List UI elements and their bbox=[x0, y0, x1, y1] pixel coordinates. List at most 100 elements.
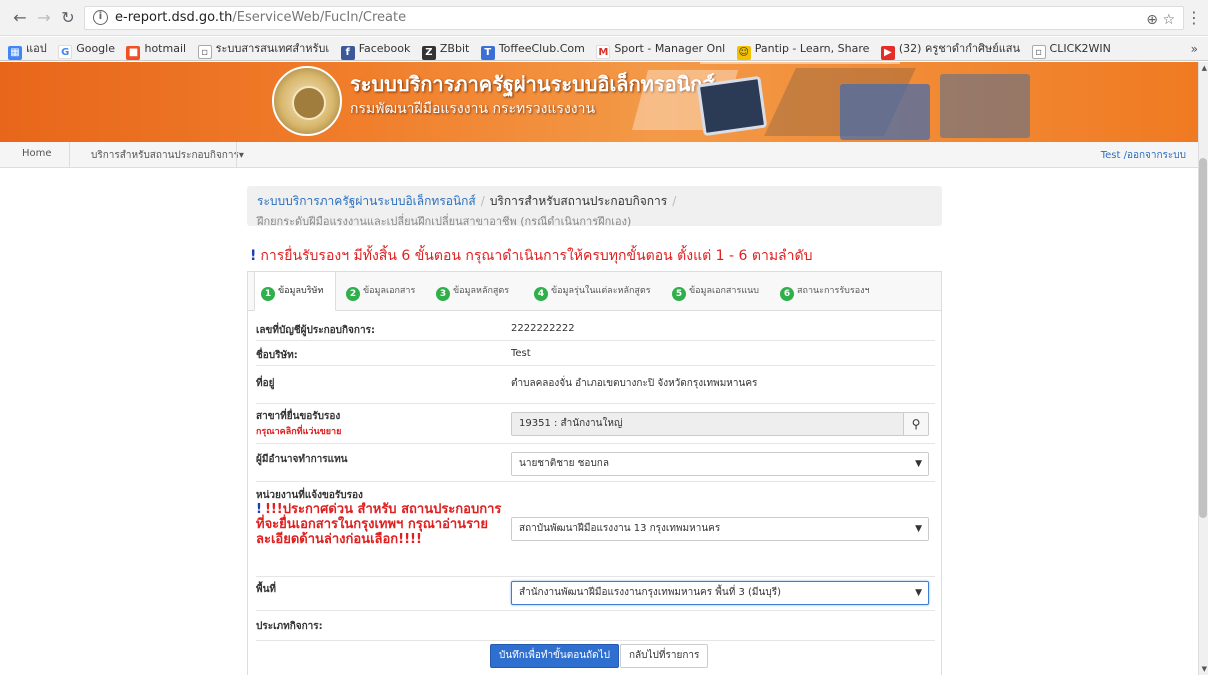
tablet-illustration bbox=[696, 75, 768, 137]
account-number-value: 2222222222 bbox=[511, 323, 575, 334]
tab-courses[interactable]: 3 ข้อมูลหลักสูตร bbox=[430, 272, 526, 311]
step-tabs: 1 ข้อมูลบริษัท 2 ข้อมูลเอกสาร 3 ข้อมูลหลักส… bbox=[247, 271, 942, 311]
facebook-icon: f bbox=[340, 46, 355, 60]
form-row-address: ที่อยู่ ตำบลคลองจั่น อำเภอเขตบางกะปิ จัง… bbox=[256, 366, 935, 404]
bookmarks-overflow[interactable]: » bbox=[1191, 37, 1198, 60]
step-number-badge: 3 bbox=[436, 287, 450, 301]
save-next-button[interactable]: บันทึกเพื่อทำขั้นตอนถัดไป bbox=[490, 644, 619, 668]
divider bbox=[69, 142, 70, 168]
branch-value: 19351 : สำนักงานใหญ่ bbox=[519, 418, 623, 429]
tab-label: ข้อมูลบริษัท bbox=[278, 286, 324, 296]
tab-company-info[interactable]: 1 ข้อมูลบริษัท bbox=[254, 271, 336, 311]
bookmark-label: hotmail bbox=[144, 42, 187, 55]
bookmark-label: Pantip - Learn, Share bbox=[754, 42, 870, 55]
bookmark-label: CLICK2WIN bbox=[1049, 42, 1111, 55]
bookmark-gmail[interactable]: M Sport - Manager Onl bbox=[596, 37, 725, 60]
agency-select[interactable]: สถาบันพัฒนาฝีมือแรงงาน 13 กรุงเทพมหานคร … bbox=[511, 517, 929, 541]
bookmark-label: Google bbox=[76, 42, 115, 55]
pantip-icon: ☺ bbox=[736, 46, 751, 60]
tab-attachments[interactable]: 5 ข้อมูลเอกสารแนบ bbox=[666, 272, 774, 311]
bookmark-label: ToffeeClub.Com bbox=[498, 42, 585, 55]
banner-photo bbox=[940, 74, 1030, 138]
reload-icon[interactable]: ↻ bbox=[58, 8, 78, 28]
step-number-badge: 4 bbox=[534, 287, 548, 301]
menu-services-dropdown[interactable]: บริการสำหรับสถานประกอบกิจการ▾ bbox=[91, 148, 244, 163]
bookmark-facebook[interactable]: f Facebook bbox=[340, 37, 411, 60]
bookmark-pantip[interactable]: ☺ Pantip - Learn, Share bbox=[736, 37, 870, 60]
address-value: ตำบลคลองจั่น อำเภอเขตบางกะปิ จังหวัดกรุง… bbox=[511, 378, 758, 389]
url-path: /EserviceWeb/FucIn/Create bbox=[232, 10, 407, 25]
youtube-icon: ▶ bbox=[880, 46, 895, 60]
bookmark-hotmail[interactable]: ■ hotmail bbox=[126, 37, 187, 60]
breadcrumb-current: ฝึกยกระดับฝีมือแรงงานและเปลี่ยนฝึกเปลี่ย… bbox=[257, 215, 632, 228]
branch-hint: กรุณาคลิกที่แว่นขยาย bbox=[256, 427, 342, 437]
bookmark-apps[interactable]: ▦ แอป bbox=[8, 37, 47, 60]
apps-grid-icon: ▦ bbox=[8, 46, 22, 60]
page-scrollbar[interactable]: ▲ ▼ bbox=[1198, 62, 1208, 675]
bookmark-label: ระบบสารสนเทศสำหรับเ bbox=[215, 42, 330, 55]
toffeeclub-icon: T bbox=[480, 46, 495, 60]
menu-kebab-icon[interactable]: ⋮ bbox=[1186, 8, 1202, 27]
exclamation-icon: ! bbox=[250, 248, 257, 264]
url-host: e-report.dsd.go.th bbox=[115, 10, 233, 25]
zoom-icon[interactable]: ⊕ ☆ bbox=[1146, 9, 1175, 31]
breadcrumb-separator: / bbox=[672, 194, 677, 208]
branch-field[interactable]: 19351 : สำนักงานใหญ่ ⚲ bbox=[511, 412, 929, 436]
bookmark-toffeeclub[interactable]: T ToffeeClub.Com bbox=[480, 37, 585, 60]
bookmark-label: Facebook bbox=[358, 42, 411, 55]
windows-icon: ■ bbox=[126, 46, 141, 60]
page-icon: ▫ bbox=[1031, 45, 1046, 59]
forward-icon[interactable]: → bbox=[34, 8, 54, 28]
bookmark-label: แอป bbox=[26, 42, 47, 55]
bookmark-youtube[interactable]: ▶ (32) ครูชาดำกำศิษย์แสน bbox=[880, 37, 1021, 60]
agency-warning-text: !!!ประกาศด่วน สำหรับ สถานประกอบการที่จะย… bbox=[256, 502, 502, 547]
area-label: พื้นที่ bbox=[256, 584, 277, 595]
tab-label: ข้อมูลรุ่นในแต่ละหลักสูตร bbox=[551, 286, 651, 296]
authorized-person-select[interactable]: นายชาติชาย ชอบกล ▼ bbox=[511, 452, 929, 476]
scroll-up-icon[interactable]: ▲ bbox=[1202, 64, 1207, 72]
company-name-label: ชื่อบริษัท: bbox=[256, 350, 298, 361]
banner-subtitle: กรมพัฒนาฝีมือแรงงาน กระทรวงแรงงาน bbox=[350, 101, 596, 117]
chevron-down-icon: ▼ bbox=[915, 588, 922, 598]
area-value: สำนักงานพัฒนาฝีมือแรงงานกรุงเทพมหานคร พื… bbox=[519, 587, 781, 598]
info-icon[interactable]: i bbox=[93, 10, 108, 25]
step-number-badge: 6 bbox=[780, 287, 794, 301]
scroll-thumb[interactable] bbox=[1199, 158, 1207, 518]
back-icon[interactable]: ← bbox=[10, 8, 30, 28]
chevron-down-icon: ▼ bbox=[915, 459, 922, 469]
breadcrumb-services[interactable]: บริการสำหรับสถานประกอบกิจการ bbox=[490, 194, 667, 208]
bookmark-label: (32) ครูชาดำกำศิษย์แสน bbox=[898, 42, 1021, 55]
tab-certification-status[interactable]: 6 สถานะการรับรองฯ bbox=[774, 272, 904, 311]
chevron-down-icon: ▼ bbox=[915, 524, 922, 534]
account-number-label: เลขที่บัญชีผู้ประกอบกิจการ: bbox=[256, 325, 375, 336]
back-to-list-button[interactable]: กลับไปที่รายการ bbox=[620, 644, 709, 668]
address-label: ที่อยู่ bbox=[256, 378, 275, 389]
breadcrumb-home[interactable]: ระบบบริการภาครัฐผ่านระบบอิเล็กทรอนิกส์ bbox=[257, 194, 476, 208]
menu-home[interactable]: Home bbox=[22, 148, 52, 159]
form-row-company: ชื่อบริษัท: Test bbox=[256, 341, 935, 366]
tab-course-batches[interactable]: 4 ข้อมูลรุ่นในแต่ละหลักสูตร bbox=[528, 272, 666, 311]
agency-label: หน่วยงานที่แจ้งขอรับรอง bbox=[256, 490, 363, 501]
gmail-icon: M bbox=[596, 45, 611, 59]
company-info-form: เลขที่บัญชีผู้ประกอบกิจการ: 2222222222 ช… bbox=[247, 311, 942, 675]
form-row-area: พื้นที่ สำนักงานพัฒนาฝีมือแรงงานกรุงเทพม… bbox=[256, 577, 935, 611]
address-bar[interactable]: i e-report.dsd.go.th/EserviceWeb/FucIn/C… bbox=[84, 6, 1184, 30]
tab-documents[interactable]: 2 ข้อมูลเอกสาร bbox=[340, 272, 428, 311]
breadcrumb: ระบบบริการภาครัฐผ่านระบบอิเล็กทรอนิกส์ / บ… bbox=[247, 186, 942, 228]
scroll-down-icon[interactable]: ▼ bbox=[1202, 665, 1207, 673]
step-number-badge: 1 bbox=[261, 287, 275, 301]
agency-warning: ! !!!ประกาศด่วน สำหรับ สถานประกอบการที่จะ… bbox=[256, 502, 506, 547]
form-row-agency: หน่วยงานที่แจ้งขอรับรอง ! !!!ประกาศด่วน ส… bbox=[256, 482, 935, 577]
bookmark-click2win[interactable]: ▫ CLICK2WIN bbox=[1031, 37, 1111, 60]
tab-label: ข้อมูลหลักสูตร bbox=[453, 286, 510, 296]
user-logout-link[interactable]: Test /ออกจากระบบ bbox=[1101, 148, 1186, 163]
search-icon[interactable]: ⚲ bbox=[903, 412, 929, 436]
bookmark-google[interactable]: G Google bbox=[58, 37, 115, 60]
bookmark-info-system[interactable]: ▫ ระบบสารสนเทศสำหรับเ bbox=[197, 37, 330, 60]
form-row-branch: สาขาที่ยื่นขอรับรอง กรุณาคลิกที่แว่นขยาย… bbox=[256, 404, 935, 444]
area-select[interactable]: สำนักงานพัฒนาฝีมือแรงงานกรุงเทพมหานคร พื… bbox=[511, 581, 929, 605]
bookmark-zbbit[interactable]: Z ZBbit bbox=[421, 37, 469, 60]
tab-label: ข้อมูลเอกสาร bbox=[363, 286, 416, 296]
notice-text: การยื่นรับรองฯ มีทั้งสิ้น 6 ขั้นตอน กรุณ… bbox=[260, 248, 813, 264]
exclamation-icon: ! bbox=[256, 502, 262, 517]
